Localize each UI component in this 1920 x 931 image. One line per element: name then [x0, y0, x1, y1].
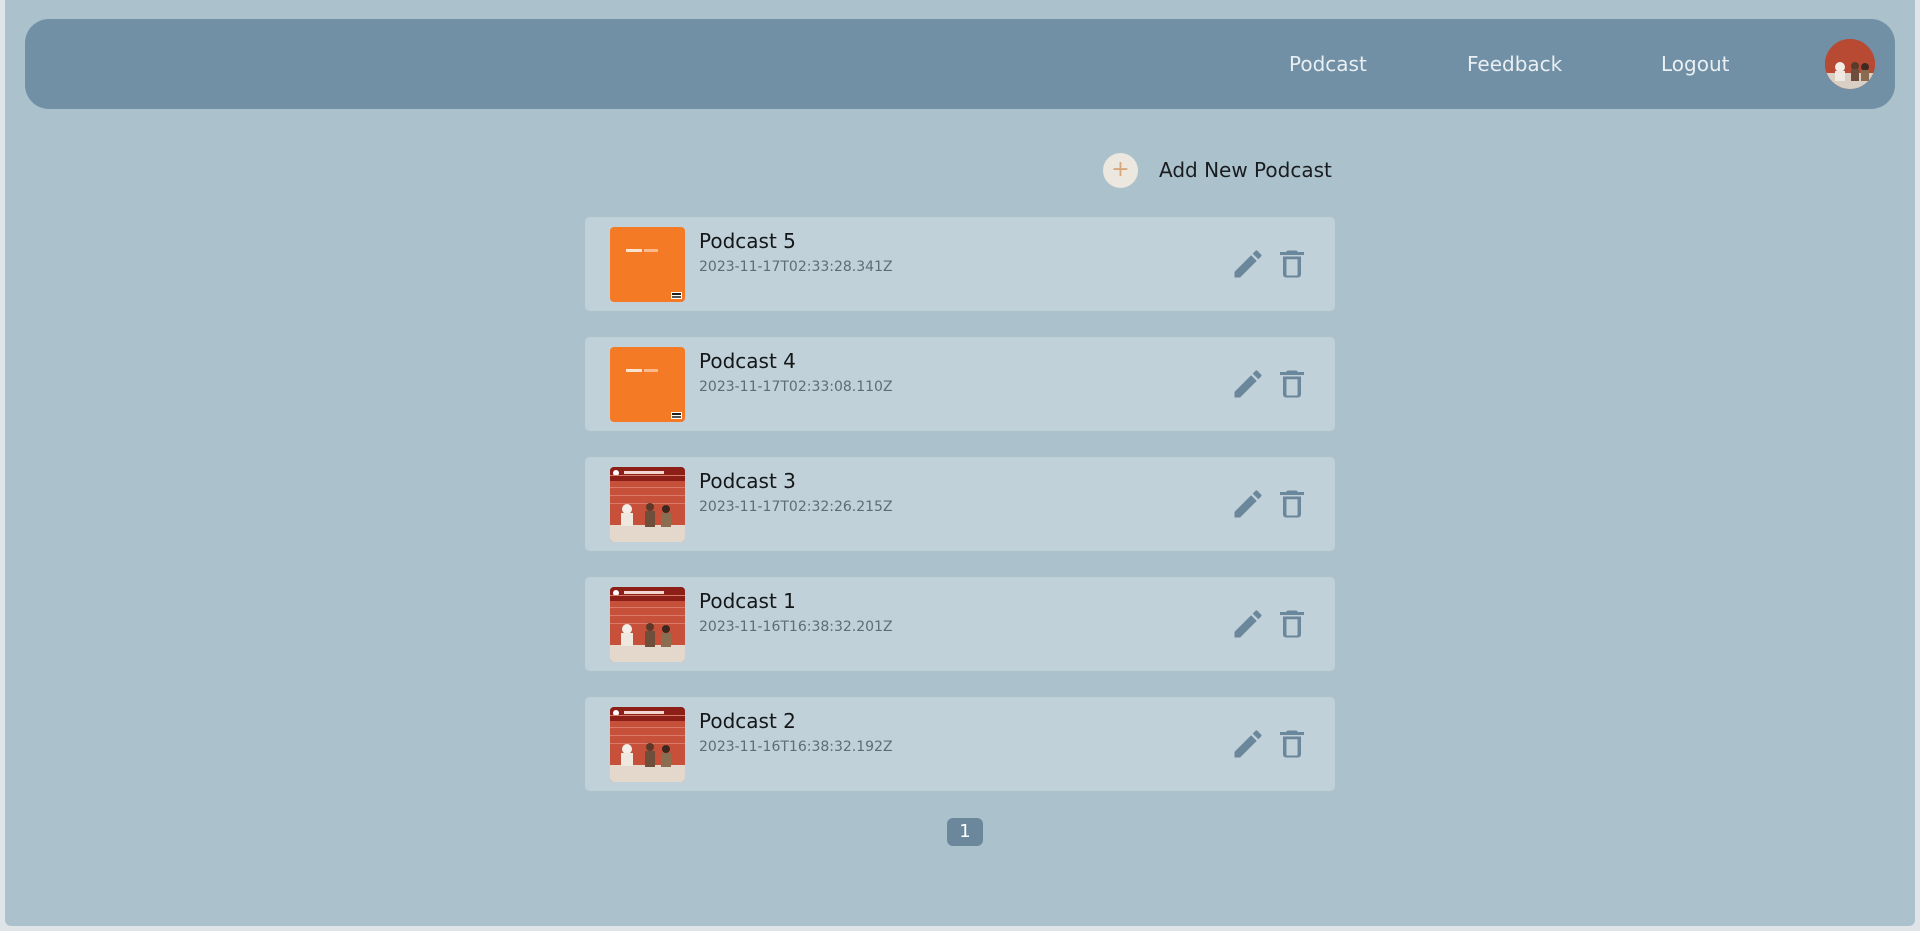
- podcast-title: Podcast 5: [699, 229, 796, 253]
- podcast-cover-image: [610, 347, 685, 422]
- podcast-cover-image: [610, 467, 685, 542]
- podcast-cover-image: [610, 587, 685, 662]
- delete-button[interactable]: [1274, 245, 1310, 283]
- podcast-date: 2023-11-17T02:33:08.110Z: [699, 379, 893, 395]
- podcast-card: Podcast 3 2023-11-17T02:32:26.215Z: [585, 457, 1335, 551]
- podcast-date: 2023-11-17T02:32:26.215Z: [699, 499, 893, 515]
- podcast-card: Podcast 5 2023-11-17T02:33:28.341Z: [585, 217, 1335, 311]
- pencil-icon: [1234, 490, 1262, 518]
- podcast-cover-image: [610, 707, 685, 782]
- delete-button[interactable]: [1274, 485, 1310, 523]
- podcast-card: Podcast 2 2023-11-16T16:38:32.192Z: [585, 697, 1335, 791]
- podcast-date: 2023-11-16T16:38:32.192Z: [699, 739, 893, 755]
- pencil-icon: [1234, 610, 1262, 638]
- podcast-cover-image: [610, 227, 685, 302]
- podcast-title: Podcast 3: [699, 469, 796, 493]
- podcast-date: 2023-11-17T02:33:28.341Z: [699, 259, 893, 275]
- pagination-page-button[interactable]: 1: [947, 818, 983, 846]
- podcast-title: Podcast 2: [699, 709, 796, 733]
- edit-button[interactable]: [1230, 365, 1266, 403]
- podcast-date: 2023-11-16T16:38:32.201Z: [699, 619, 893, 635]
- delete-button[interactable]: [1274, 605, 1310, 643]
- nav-podcast-link[interactable]: Podcast: [1289, 19, 1367, 109]
- pencil-icon: [1234, 730, 1262, 758]
- top-navigation-bar: Podcast Feedback Logout: [25, 19, 1895, 109]
- edit-button[interactable]: [1230, 725, 1266, 763]
- edit-button[interactable]: [1230, 245, 1266, 283]
- delete-button[interactable]: [1274, 725, 1310, 763]
- trash-icon: [1280, 490, 1304, 518]
- avatar-image: [1825, 39, 1875, 89]
- podcast-card: Podcast 4 2023-11-17T02:33:08.110Z: [585, 337, 1335, 431]
- edit-button[interactable]: [1230, 605, 1266, 643]
- user-avatar[interactable]: [1825, 39, 1875, 89]
- trash-icon: [1280, 610, 1304, 638]
- nav-feedback-link[interactable]: Feedback: [1467, 19, 1562, 109]
- pencil-icon: [1234, 250, 1262, 278]
- delete-button[interactable]: [1274, 365, 1310, 403]
- podcast-title: Podcast 1: [699, 589, 796, 613]
- podcast-title: Podcast 4: [699, 349, 796, 373]
- edit-button[interactable]: [1230, 485, 1266, 523]
- pencil-icon: [1234, 370, 1262, 398]
- podcast-card: Podcast 1 2023-11-16T16:38:32.201Z: [585, 577, 1335, 671]
- plus-icon[interactable]: +: [1103, 152, 1138, 188]
- trash-icon: [1280, 370, 1304, 398]
- trash-icon: [1280, 250, 1304, 278]
- nav-logout-link[interactable]: Logout: [1661, 19, 1729, 109]
- trash-icon: [1280, 730, 1304, 758]
- add-new-podcast-label: Add New Podcast: [1159, 158, 1332, 182]
- podcast-list: Podcast 5 2023-11-17T02:33:28.341Z Podca…: [585, 217, 1335, 817]
- add-new-podcast-button[interactable]: + Add New Podcast: [1103, 152, 1332, 188]
- app-root: Podcast Feedback Logout + Add New Podcas…: [5, 0, 1915, 926]
